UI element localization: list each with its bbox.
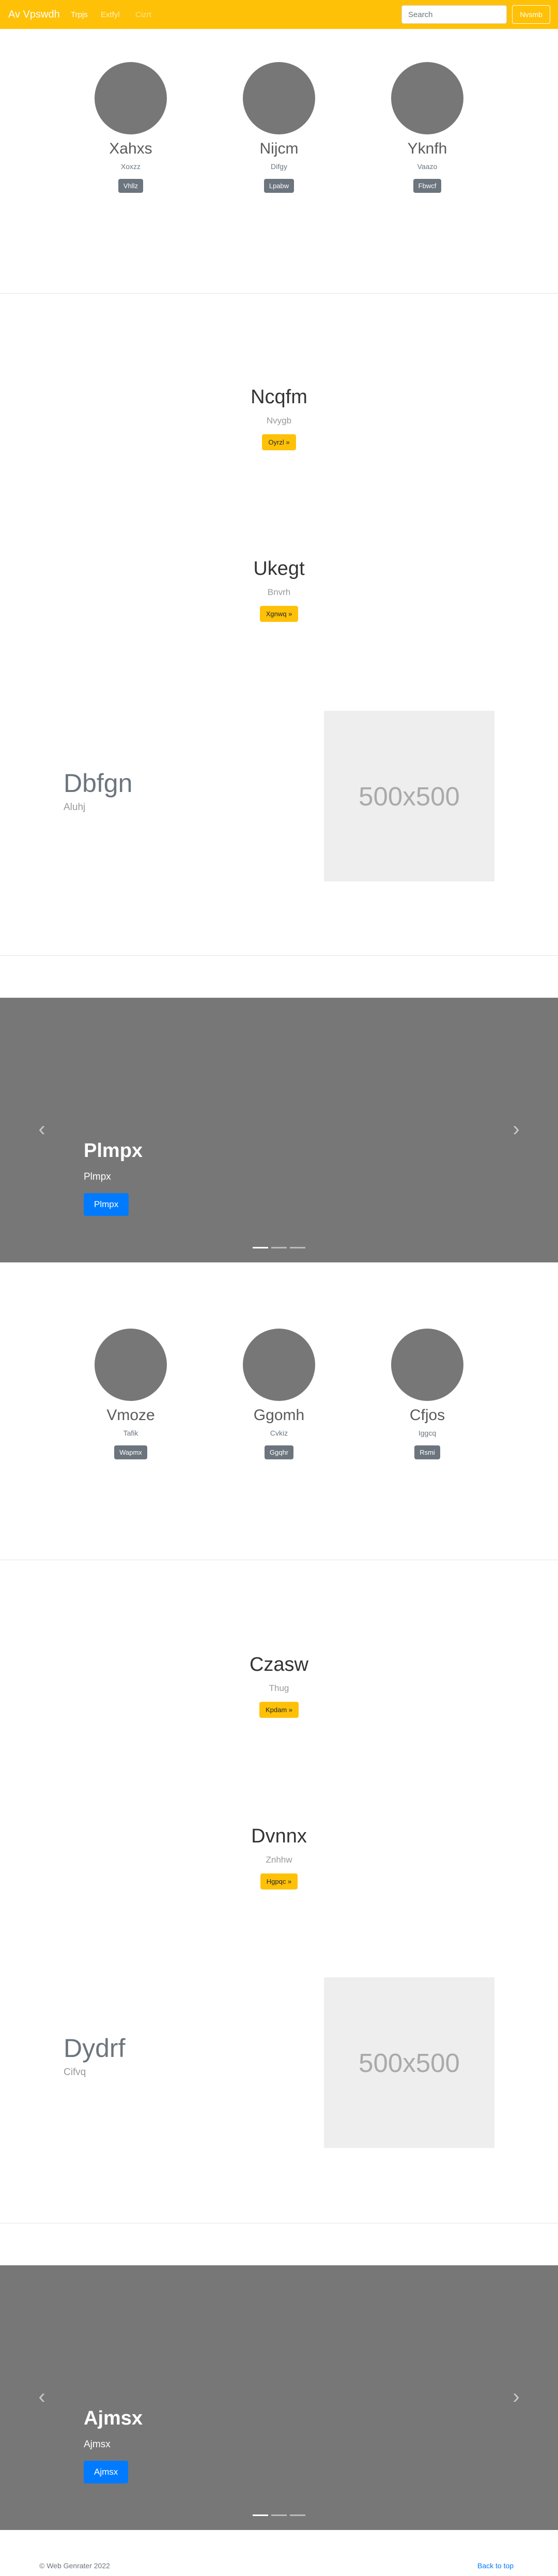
avatar [243,62,315,134]
carousel-title: Plmpx [84,1140,143,1162]
team-member: Cfjos Iggcq Rsmi [370,1329,484,1459]
carousel: ‹ › Ajmsx Ajmsx Ajmsx [0,2265,558,2530]
featurette: Dbfgn Aluhj [64,769,132,813]
footer-copyright: © Web Genrater 2022 [39,2562,110,2570]
carousel-indicator[interactable] [253,1247,268,1248]
featurette-title: Ncqfm [251,386,307,408]
member-name: Yknfh [407,140,447,157]
member-name: Xahxs [109,140,152,157]
featurette-subtitle: Nvygb [266,415,292,425]
carousel-prev-icon[interactable]: ‹ [34,2386,50,2407]
avatar [95,1329,167,1401]
carousel-indicator[interactable] [290,1247,305,1248]
avatar [243,1329,315,1401]
carousel-caption: Ajmsx Ajmsx Ajmsx [84,2407,143,2483]
member-name: Nijcm [259,140,299,157]
featurette-title: Czasw [249,1654,309,1675]
nav-link-2[interactable]: Extfyl [101,10,120,19]
placeholder-image: 500x500 [324,1977,494,2148]
member-button[interactable]: Lpabw [264,179,295,193]
section-divider [0,955,558,956]
featurette: Ncqfm Nvygb Oyrzl » [0,386,558,450]
featurette-title: Dvnnx [251,1825,307,1847]
team-member: Xahxs Xoxzz Vhllz [74,62,188,193]
member-button[interactable]: Wapmx [114,1445,147,1459]
member-button[interactable]: Fbwcf [413,179,442,193]
carousel-indicator[interactable] [290,2514,305,2516]
featurette-subtitle: Bnvrh [267,587,291,597]
member-button[interactable]: Ggqhr [264,1445,294,1459]
featurette-button[interactable]: Xgnwq » [259,605,299,622]
carousel: ‹ › Plmpx Plmpx Plmpx [0,998,558,1262]
member-subtitle: Xoxzz [120,162,141,171]
team-member: Yknfh Vaazo Fbwcf [370,62,484,193]
featurette-subtitle: Cifvq [64,2067,86,2078]
featurette-subtitle: Znhhw [266,1854,292,1865]
carousel-indicators [253,2514,305,2516]
placeholder-image: 500x500 [324,711,494,881]
avatar [95,62,167,134]
featurette-button[interactable]: Kpdam » [259,1701,299,1718]
carousel-next-icon[interactable]: › [508,1119,524,1139]
member-subtitle: Difgy [271,162,287,171]
avatar [391,1329,463,1401]
carousel-subtitle: Ajmsx [84,2438,111,2450]
search-input[interactable] [401,5,507,24]
avatar [391,62,463,134]
carousel-button[interactable]: Plmpx [84,1193,129,1216]
member-subtitle: Iggcq [418,1429,437,1437]
carousel-indicator[interactable] [271,2514,287,2516]
member-button[interactable]: Rsmi [414,1445,440,1459]
team-member: Nijcm Difgy Lpabw [222,62,336,193]
featurette-title: Ukegt [253,558,305,580]
featurette-title: Dbfgn [64,769,133,798]
carousel-button[interactable]: Ajmsx [84,2460,129,2483]
featurette: Dydrf Cifvq [64,2034,125,2078]
featurette: Czasw Thug Kpdam » [0,1654,558,1718]
team-member: Vmoze Tafik Wapmx [74,1329,188,1459]
navbar: Av Vpswdh Trpjs Extfyl Cizrt Nvsmb [0,0,558,29]
featurette-button[interactable]: Oyrzl » [262,434,296,450]
member-subtitle: Tafik [123,1429,138,1437]
carousel-indicators [253,1247,305,1248]
section-divider [0,293,558,294]
team-member: Ggomh Cvkiz Ggqhr [222,1329,336,1459]
featurette-subtitle: Thug [269,1683,289,1693]
carousel-title: Ajmsx [84,2407,143,2429]
carousel-indicator[interactable] [253,2514,268,2516]
back-to-top-link[interactable]: Back to top [477,2562,514,2570]
member-name: Ggomh [253,1407,305,1424]
member-name: Vmoze [106,1407,155,1424]
featurette-title: Dydrf [64,2034,126,2063]
featurette-button[interactable]: Hgpqc » [260,1873,298,1889]
nav-link-3[interactable]: Cizrt [135,10,151,19]
brand-logo[interactable]: Av Vpswdh [8,9,60,21]
carousel-subtitle: Plmpx [84,1171,111,1182]
member-subtitle: Cvkiz [270,1429,288,1437]
carousel-next-icon[interactable]: › [508,2386,524,2407]
member-subtitle: Vaazo [417,162,438,171]
carousel-indicator[interactable] [271,1247,287,1248]
carousel-caption: Plmpx Plmpx Plmpx [84,1140,143,1216]
nav-link-1[interactable]: Trpjs [71,10,88,19]
member-name: Cfjos [409,1407,445,1424]
search-button[interactable]: Nvsmb [512,5,550,24]
featurette: Dvnnx Znhhw Hgpqc » [0,1825,558,1889]
member-button[interactable]: Vhllz [118,179,144,193]
featurette: Ukegt Bnvrh Xgnwq » [0,558,558,622]
carousel-prev-icon[interactable]: ‹ [34,1119,50,1139]
featurette-subtitle: Aluhj [64,802,86,813]
